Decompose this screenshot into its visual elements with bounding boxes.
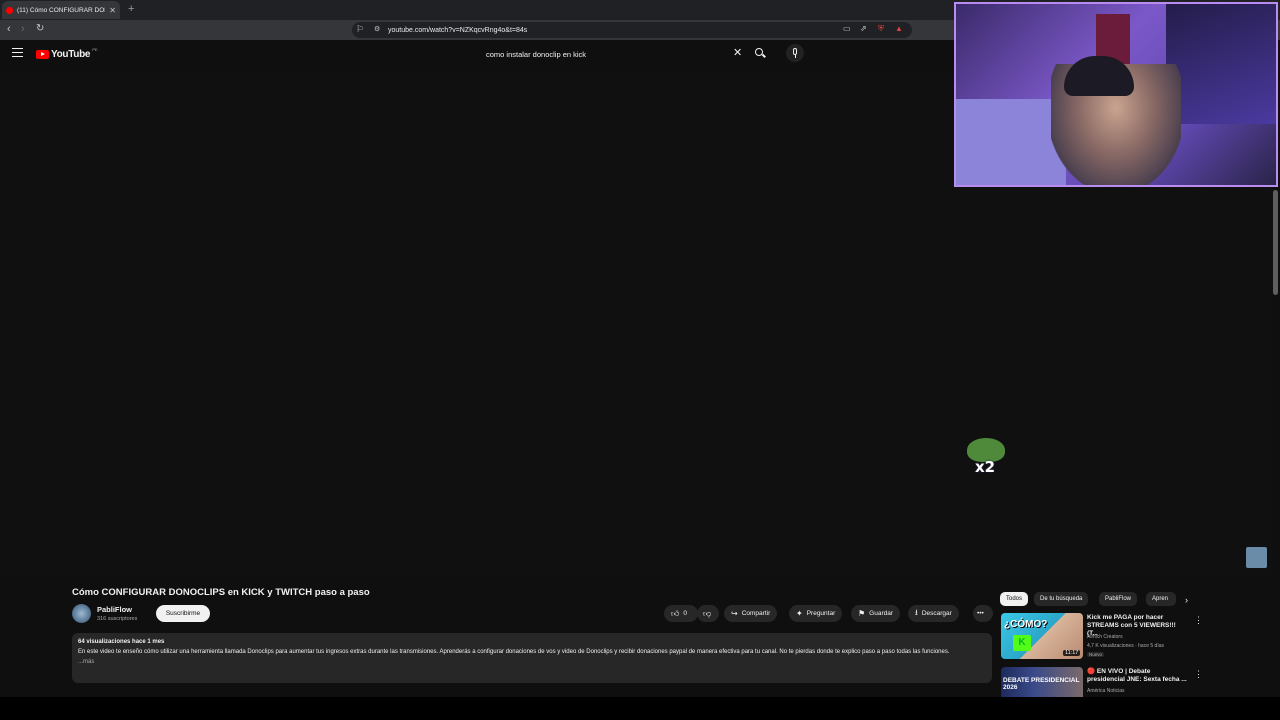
youtube-favicon-icon xyxy=(6,6,13,14)
screen-bottom-bar xyxy=(0,697,1280,720)
more-options-icon[interactable]: ⋮ xyxy=(1194,669,1203,680)
like-count: 0 xyxy=(683,610,687,617)
logo-text: YouTube xyxy=(51,49,91,60)
new-badge: Nuevo xyxy=(1087,652,1105,657)
reload-icon[interactable]: ↻ xyxy=(36,23,44,34)
menu-icon[interactable] xyxy=(12,48,23,57)
cast-icon[interactable]: ▭ xyxy=(843,24,851,33)
address-bar[interactable]: ⚐ ⚙ youtube.com/watch?v=NZKqcvRng4o&t=84… xyxy=(352,22,912,38)
download-button[interactable]: ⭳ Descargar xyxy=(908,605,959,622)
chip-channel[interactable]: PabliFlow xyxy=(1099,592,1138,606)
recommended-views: 4,7 K visualizaciones · hace 5 días xyxy=(1087,643,1164,649)
url-text: youtube.com/watch?v=NZKqcvRng4o&t=84s xyxy=(388,26,528,34)
channel-watermark-icon[interactable] xyxy=(1246,547,1267,568)
site-info-icon[interactable]: ⚙ xyxy=(374,25,380,33)
share-button[interactable]: ↪ Compartir xyxy=(724,605,778,622)
subscriber-count: 316 suscriptores xyxy=(97,616,138,622)
recommended-channel[interactable]: América Noticias xyxy=(1087,688,1125,694)
back-icon[interactable]: ‹ xyxy=(7,23,11,35)
search-icon[interactable] xyxy=(752,45,770,63)
youtube-logo[interactable]: YouTube PE xyxy=(36,47,98,60)
kick-logo-icon: K xyxy=(1013,635,1031,651)
frog-emote-icon: x2 xyxy=(963,438,1007,480)
like-button[interactable]: 👍︎ 0 xyxy=(664,605,698,622)
channel-name[interactable]: PabliFlow xyxy=(97,605,132,614)
emote-multiplier: x2 xyxy=(975,458,996,476)
thumbs-down-icon: 👎︎ xyxy=(703,608,712,618)
recommended-video[interactable]: ¿CÓMO? K 11:17 Kick me PAGA por hacer ST… xyxy=(1001,613,1271,661)
subscribe-button[interactable]: Suscribirme xyxy=(156,605,210,622)
chip-from-search[interactable]: De tu búsqueda xyxy=(1034,592,1089,606)
description-text: En este video te enseño cómo utilizar un… xyxy=(78,649,950,655)
new-tab-button[interactable]: + xyxy=(128,3,134,15)
show-more-link[interactable]: ...más xyxy=(78,657,986,667)
dislike-button[interactable]: 👎︎ xyxy=(697,605,719,622)
sparkle-icon: ✦ xyxy=(796,609,803,618)
browser-tab[interactable]: (11) Cómo CONFIGURAR DONOCL ✕ xyxy=(2,1,120,19)
chevron-right-icon[interactable]: › xyxy=(1185,595,1188,605)
tab-title: (11) Cómo CONFIGURAR DONOCL xyxy=(17,6,105,14)
rewards-icon[interactable]: ▲ xyxy=(895,24,903,33)
youtube-play-icon xyxy=(36,50,49,59)
more-options-icon[interactable]: ⋮ xyxy=(1194,615,1203,626)
download-icon: ⭳ xyxy=(915,607,918,617)
bookmark-icon[interactable]: ⚐ xyxy=(356,24,364,35)
ask-button[interactable]: ✦ Preguntar xyxy=(789,605,843,622)
video-thumbnail[interactable]: ¿CÓMO? K 11:17 xyxy=(1001,613,1083,659)
video-title: Cómo CONFIGURAR DONOCLIPS en KICK y TWIT… xyxy=(72,587,370,598)
clear-search-icon[interactable]: ✕ xyxy=(733,46,742,59)
thumbs-up-icon: 👍︎ xyxy=(671,608,680,618)
close-tab-icon[interactable]: ✕ xyxy=(109,6,116,15)
brave-shield-icon[interactable]: ⛨ xyxy=(878,24,884,34)
forward-icon[interactable]: › xyxy=(21,23,25,35)
share-icon: ↪ xyxy=(731,609,738,618)
share-page-icon[interactable]: ⇗ xyxy=(860,24,867,33)
save-button[interactable]: ⚑ Guardar xyxy=(851,605,901,622)
streamer-webcam-overlay xyxy=(954,2,1278,187)
bookmark-save-icon: ⚑ xyxy=(858,609,866,618)
chip-related[interactable]: Apren xyxy=(1146,592,1176,606)
more-actions-button[interactable]: ••• xyxy=(973,605,993,622)
youtube-header: YouTube PE como instalar donoclip en kic… xyxy=(0,40,950,70)
view-count-date: 64 visualizaciones hace 1 mes xyxy=(78,639,165,645)
page-scrollbar[interactable] xyxy=(1273,190,1278,295)
video-duration: 11:17 xyxy=(1063,650,1081,656)
recommended-title[interactable]: 🔴 EN VIVO | Debate presidencial JNE: Sex… xyxy=(1087,668,1187,684)
chip-all[interactable]: Todos xyxy=(1000,592,1029,606)
channel-avatar[interactable] xyxy=(72,604,91,623)
country-code: PE xyxy=(92,47,98,52)
search-input[interactable]: como instalar donoclip en kick xyxy=(478,44,748,64)
video-description[interactable]: 64 visualizaciones hace 1 mes En este vi… xyxy=(72,633,992,683)
microphone-icon[interactable] xyxy=(786,44,804,62)
recommended-channel[interactable]: Almich Creators xyxy=(1087,634,1123,640)
